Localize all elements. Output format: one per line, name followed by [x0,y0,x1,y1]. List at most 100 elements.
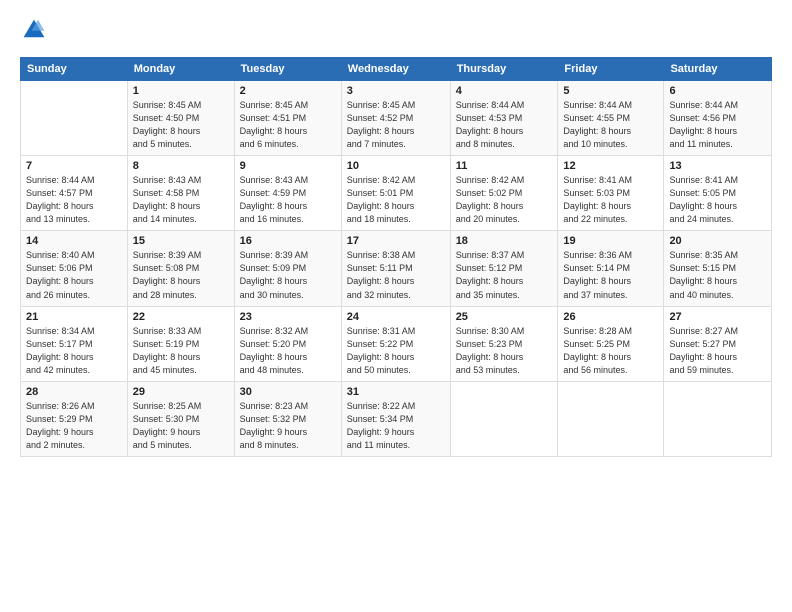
day-info: Sunrise: 8:26 AMSunset: 5:29 PMDaylight:… [26,400,122,452]
calendar-cell: 2 Sunrise: 8:45 AMSunset: 4:51 PMDaylight… [234,81,341,156]
weekday-header-tuesday: Tuesday [234,58,341,81]
day-info: Sunrise: 8:39 AMSunset: 5:08 PMDaylight:… [133,249,229,301]
calendar-cell: 28 Sunrise: 8:26 AMSunset: 5:29 PMDayligh… [21,381,128,456]
day-number: 17 [347,235,445,247]
day-number: 19 [563,235,658,247]
day-number: 18 [456,235,553,247]
day-info: Sunrise: 8:39 AMSunset: 5:09 PMDaylight:… [240,249,336,301]
day-number: 24 [347,311,445,323]
day-info: Sunrise: 8:33 AMSunset: 5:19 PMDaylight:… [133,325,229,377]
day-number: 31 [347,386,445,398]
calendar-week-4: 21 Sunrise: 8:34 AMSunset: 5:17 PMDayligh… [21,306,772,381]
weekday-header-friday: Friday [558,58,664,81]
calendar-cell: 6Sunrise: 8:44 AMSunset: 4:56 PMDaylight… [664,81,772,156]
day-number: 14 [26,235,122,247]
calendar-cell: 11Sunrise: 8:42 AMSunset: 5:02 PMDayligh… [450,156,558,231]
calendar-cell: 27 Sunrise: 8:27 AMSunset: 5:27 PMDayligh… [664,306,772,381]
calendar-cell: 12 Sunrise: 8:41 AMSunset: 5:03 PMDayligh… [558,156,664,231]
calendar-cell: 7 Sunrise: 8:44 AMSunset: 4:57 PMDaylight… [21,156,128,231]
day-number: 4 [456,85,553,97]
calendar-cell: 14Sunrise: 8:40 AMSunset: 5:06 PMDayligh… [21,231,128,306]
calendar-cell: 24 Sunrise: 8:31 AMSunset: 5:22 PMDayligh… [341,306,450,381]
calendar-cell: 20 Sunrise: 8:35 AMSunset: 5:15 PMDayligh… [664,231,772,306]
day-number: 29 [133,386,229,398]
day-info: Sunrise: 8:25 AMSunset: 5:30 PMDaylight:… [133,400,229,452]
day-number: 3 [347,85,445,97]
calendar-cell: 1 Sunrise: 8:45 AMSunset: 4:50 PMDaylight… [127,81,234,156]
day-info: Sunrise: 8:31 AMSunset: 5:22 PMDaylight:… [347,325,445,377]
day-info: Sunrise: 8:23 AMSunset: 5:32 PMDaylight:… [240,400,336,452]
day-info: Sunrise: 8:45 AMSunset: 4:52 PMDaylight:… [347,99,445,151]
day-number: 10 [347,160,445,172]
weekday-header-wednesday: Wednesday [341,58,450,81]
calendar-week-5: 28 Sunrise: 8:26 AMSunset: 5:29 PMDayligh… [21,381,772,456]
day-number: 22 [133,311,229,323]
calendar-cell: 29 Sunrise: 8:25 AMSunset: 5:30 PMDayligh… [127,381,234,456]
day-info: Sunrise: 8:22 AMSunset: 5:34 PMDaylight:… [347,400,445,452]
day-info: Sunrise: 8:36 AMSunset: 5:14 PMDaylight:… [563,249,658,301]
day-number: 1 [133,85,229,97]
calendar-cell: 31 Sunrise: 8:22 AMSunset: 5:34 PMDayligh… [341,381,450,456]
calendar-cell: 17 Sunrise: 8:38 AMSunset: 5:11 PMDayligh… [341,231,450,306]
day-info: Sunrise: 8:43 AMSunset: 4:58 PMDaylight:… [133,174,229,226]
calendar-body: 1 Sunrise: 8:45 AMSunset: 4:50 PMDaylight… [21,81,772,457]
calendar-cell: 13Sunrise: 8:41 AMSunset: 5:05 PMDayligh… [664,156,772,231]
day-number: 8 [133,160,229,172]
day-info: Sunrise: 8:44 AMSunset: 4:57 PMDaylight:… [26,174,122,226]
day-info: Sunrise: 8:42 AMSunset: 5:02 PMDaylight:… [456,174,553,226]
day-info: Sunrise: 8:30 AMSunset: 5:23 PMDaylight:… [456,325,553,377]
calendar-cell: 21 Sunrise: 8:34 AMSunset: 5:17 PMDayligh… [21,306,128,381]
calendar-week-1: 1 Sunrise: 8:45 AMSunset: 4:50 PMDaylight… [21,81,772,156]
day-info: Sunrise: 8:44 AMSunset: 4:53 PMDaylight:… [456,99,553,151]
day-number: 20 [669,235,766,247]
day-info: Sunrise: 8:45 AMSunset: 4:50 PMDaylight:… [133,99,229,151]
day-info: Sunrise: 8:44 AMSunset: 4:56 PMDaylight:… [669,99,766,151]
day-info: Sunrise: 8:44 AMSunset: 4:55 PMDaylight:… [563,99,658,151]
day-number: 28 [26,386,122,398]
day-info: Sunrise: 8:42 AMSunset: 5:01 PMDaylight:… [347,174,445,226]
calendar-cell: 19 Sunrise: 8:36 AMSunset: 5:14 PMDayligh… [558,231,664,306]
day-number: 25 [456,311,553,323]
calendar-cell: 22 Sunrise: 8:33 AMSunset: 5:19 PMDayligh… [127,306,234,381]
day-number: 7 [26,160,122,172]
day-info: Sunrise: 8:32 AMSunset: 5:20 PMDaylight:… [240,325,336,377]
day-number: 30 [240,386,336,398]
weekday-header-sunday: Sunday [21,58,128,81]
header [20,18,772,47]
day-info: Sunrise: 8:45 AMSunset: 4:51 PMDaylight:… [240,99,336,151]
day-number: 16 [240,235,336,247]
calendar-table: SundayMondayTuesdayWednesdayThursdayFrid… [20,57,772,457]
day-number: 12 [563,160,658,172]
calendar-cell [664,381,772,456]
logo [20,18,46,47]
calendar-cell: 30 Sunrise: 8:23 AMSunset: 5:32 PMDayligh… [234,381,341,456]
calendar-cell [21,81,128,156]
calendar-cell: 23 Sunrise: 8:32 AMSunset: 5:20 PMDayligh… [234,306,341,381]
calendar-cell: 8 Sunrise: 8:43 AMSunset: 4:58 PMDaylight… [127,156,234,231]
calendar-cell: 9Sunrise: 8:43 AMSunset: 4:59 PMDaylight… [234,156,341,231]
calendar-cell: 16 Sunrise: 8:39 AMSunset: 5:09 PMDayligh… [234,231,341,306]
page: SundayMondayTuesdayWednesdayThursdayFrid… [0,0,792,612]
calendar-cell: 3 Sunrise: 8:45 AMSunset: 4:52 PMDaylight… [341,81,450,156]
logo-icon [22,18,46,42]
day-info: Sunrise: 8:35 AMSunset: 5:15 PMDaylight:… [669,249,766,301]
weekday-header-monday: Monday [127,58,234,81]
weekday-header-row: SundayMondayTuesdayWednesdayThursdayFrid… [21,58,772,81]
day-info: Sunrise: 8:34 AMSunset: 5:17 PMDaylight:… [26,325,122,377]
day-info: Sunrise: 8:27 AMSunset: 5:27 PMDaylight:… [669,325,766,377]
calendar-cell [450,381,558,456]
calendar-cell: 18Sunrise: 8:37 AMSunset: 5:12 PMDayligh… [450,231,558,306]
calendar-cell: 5Sunrise: 8:44 AMSunset: 4:55 PMDaylight… [558,81,664,156]
day-number: 21 [26,311,122,323]
day-info: Sunrise: 8:41 AMSunset: 5:03 PMDaylight:… [563,174,658,226]
calendar-cell: 4 Sunrise: 8:44 AMSunset: 4:53 PMDaylight… [450,81,558,156]
calendar-week-3: 14Sunrise: 8:40 AMSunset: 5:06 PMDayligh… [21,231,772,306]
day-number: 23 [240,311,336,323]
day-info: Sunrise: 8:38 AMSunset: 5:11 PMDaylight:… [347,249,445,301]
calendar-cell: 10 Sunrise: 8:42 AMSunset: 5:01 PMDayligh… [341,156,450,231]
day-number: 27 [669,311,766,323]
day-number: 2 [240,85,336,97]
calendar-cell: 15Sunrise: 8:39 AMSunset: 5:08 PMDayligh… [127,231,234,306]
calendar-cell: 25 Sunrise: 8:30 AMSunset: 5:23 PMDayligh… [450,306,558,381]
day-number: 26 [563,311,658,323]
